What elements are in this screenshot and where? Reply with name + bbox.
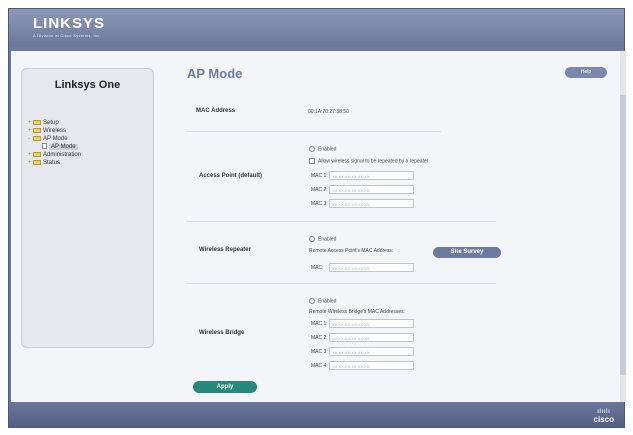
mac-address-label: MAC Address [196,108,236,114]
bridge-mac2-row: MAC 2: XX:XX:XX:XX:XX:XX [311,333,414,342]
repeater-mac-row: MAC: XX:XX:XX:XX:XX:XX [311,263,414,272]
wireless-repeater-label: Wireless Repeater [199,247,251,253]
apply-button[interactable]: Apply [193,381,257,393]
app-frame: LINKSYS A Division of Cisco Systems, Inc… [8,8,626,428]
sidebar-item-ap-mode[interactable]: AP Mode [42,143,81,151]
folder-icon [33,159,41,165]
page-icon [42,143,47,150]
radio-label: Enabled [318,298,337,305]
mac-label: MAC 1: [311,172,328,179]
remote-ap-label: Remote Access Point's MAC Address: [309,248,394,254]
ap-mac2-row: MAC 2: XX:XX:XX:XX:XX:XX [311,185,414,194]
page-title: AP Mode [187,66,243,81]
mac2-input[interactable]: XX:XX:XX:XX:XX:XX [329,185,414,194]
sidebar-item-administration[interactable]: + Administration [28,151,81,159]
bridge-mac3-input[interactable]: XX:XX:XX:XX:XX:XX [329,347,414,356]
mac-label: MAC 2: [311,334,328,341]
sidebar-item-label: Status [43,160,61,166]
sidebar-item-label: AP Mode [43,136,68,142]
bridge-enabled-option[interactable]: Enabled [309,298,336,304]
bridge-mac3-row: MAC 3: XX:XX:XX:XX:XX:XX [311,347,414,356]
sidebar-item-ap-mode-folder[interactable]: - AP Mode [28,135,81,143]
remote-bridge-label: Remote Wireless Bridge's MAC Addresses: [309,309,405,315]
divider [186,283,496,284]
sidebar-item-setup[interactable]: + Setup [28,119,81,127]
sidebar-item-label: Setup [43,120,59,126]
sidebar-item-label: Administration [43,152,82,158]
help-button[interactable]: Help [565,67,607,78]
radio-button[interactable] [309,146,315,152]
sidebar: Linksys One + Setup + Wireless - AP Mode AP… [21,68,154,348]
mac-label: MAC 1: [311,320,328,327]
sidebar-item-label: Wireless [43,128,67,134]
mac-label: MAC 3: [311,200,328,207]
header: LINKSYS A Division of Cisco Systems, Inc… [9,9,624,47]
scrollbar[interactable] [620,51,626,402]
checkbox-label: Allow wireless signal to be repeated by … [318,158,429,165]
mac-address-value: 00:1A:70:27:38:50 [308,109,349,115]
divider [186,221,496,222]
footer: ılıılı cisco [9,402,624,427]
sidebar-item-wireless[interactable]: + Wireless [28,127,81,135]
bridge-mac1-row: MAC 1: XX:XX:XX:XX:XX:XX [311,319,414,328]
sidebar-item-label: AP Mode [49,144,78,150]
ap-enabled-option[interactable]: Enabled [309,146,336,152]
content-area: Linksys One + Setup + Wireless - AP Mode AP… [11,51,622,402]
mac-label: MAC 2: [311,186,328,193]
radio-button[interactable] [309,298,315,304]
access-point-label: Access Point (default) [199,173,263,179]
bridge-mac4-input[interactable]: XX:XX:XX:XX:XX:XX [329,361,414,370]
sidebar-title: Linksys One [54,79,121,91]
mac-label: MAC: [311,264,324,271]
repeater-mac-input[interactable]: XX:XX:XX:XX:XX:XX [329,263,414,272]
bridge-mac4-row: MAC 4: XX:XX:XX:XX:XX:XX [311,361,414,370]
mac-label: MAC 3: [311,348,328,355]
scroll-thumb[interactable] [620,95,626,375]
folder-open-icon [33,135,41,141]
folder-icon [33,119,41,125]
linksys-logo: LINKSYS [33,15,106,32]
cisco-wordmark: cisco [593,415,614,424]
radio-button[interactable] [309,236,315,242]
sidebar-item-status[interactable]: + Status [28,159,81,167]
mac-label: MAC 4: [311,362,328,369]
divider [186,131,441,132]
radio-label: Enabled [318,146,337,153]
nav-tree: + Setup + Wireless - AP Mode AP Mode + Admin… [28,119,81,167]
repeater-enabled-option[interactable]: Enabled [309,236,336,242]
cisco-logo: ılıılı cisco [594,409,614,424]
radio-label: Enabled [318,236,337,243]
ap-mac3-row: MAC 3: XX:XX:XX:XX:XX:XX [311,199,414,208]
folder-icon [33,151,41,157]
mac3-input[interactable]: XX:XX:XX:XX:XX:XX [329,199,414,208]
logo-subtitle: A Division of Cisco Systems, Inc. [33,33,102,38]
site-survey-button[interactable]: Site Survey [433,247,501,258]
bridge-mac2-input[interactable]: XX:XX:XX:XX:XX:XX [329,333,414,342]
allow-repeat-option[interactable]: Allow wireless signal to be repeated by … [309,158,428,164]
ap-mac1-row: MAC 1: XX:XX:XX:XX:XX:XX [311,171,414,180]
folder-icon [33,127,41,133]
bridge-mac1-input[interactable]: XX:XX:XX:XX:XX:XX [329,319,414,328]
wireless-bridge-label: Wireless Bridge [199,330,245,336]
mac1-input[interactable]: XX:XX:XX:XX:XX:XX [329,171,414,180]
checkbox[interactable] [309,158,315,164]
